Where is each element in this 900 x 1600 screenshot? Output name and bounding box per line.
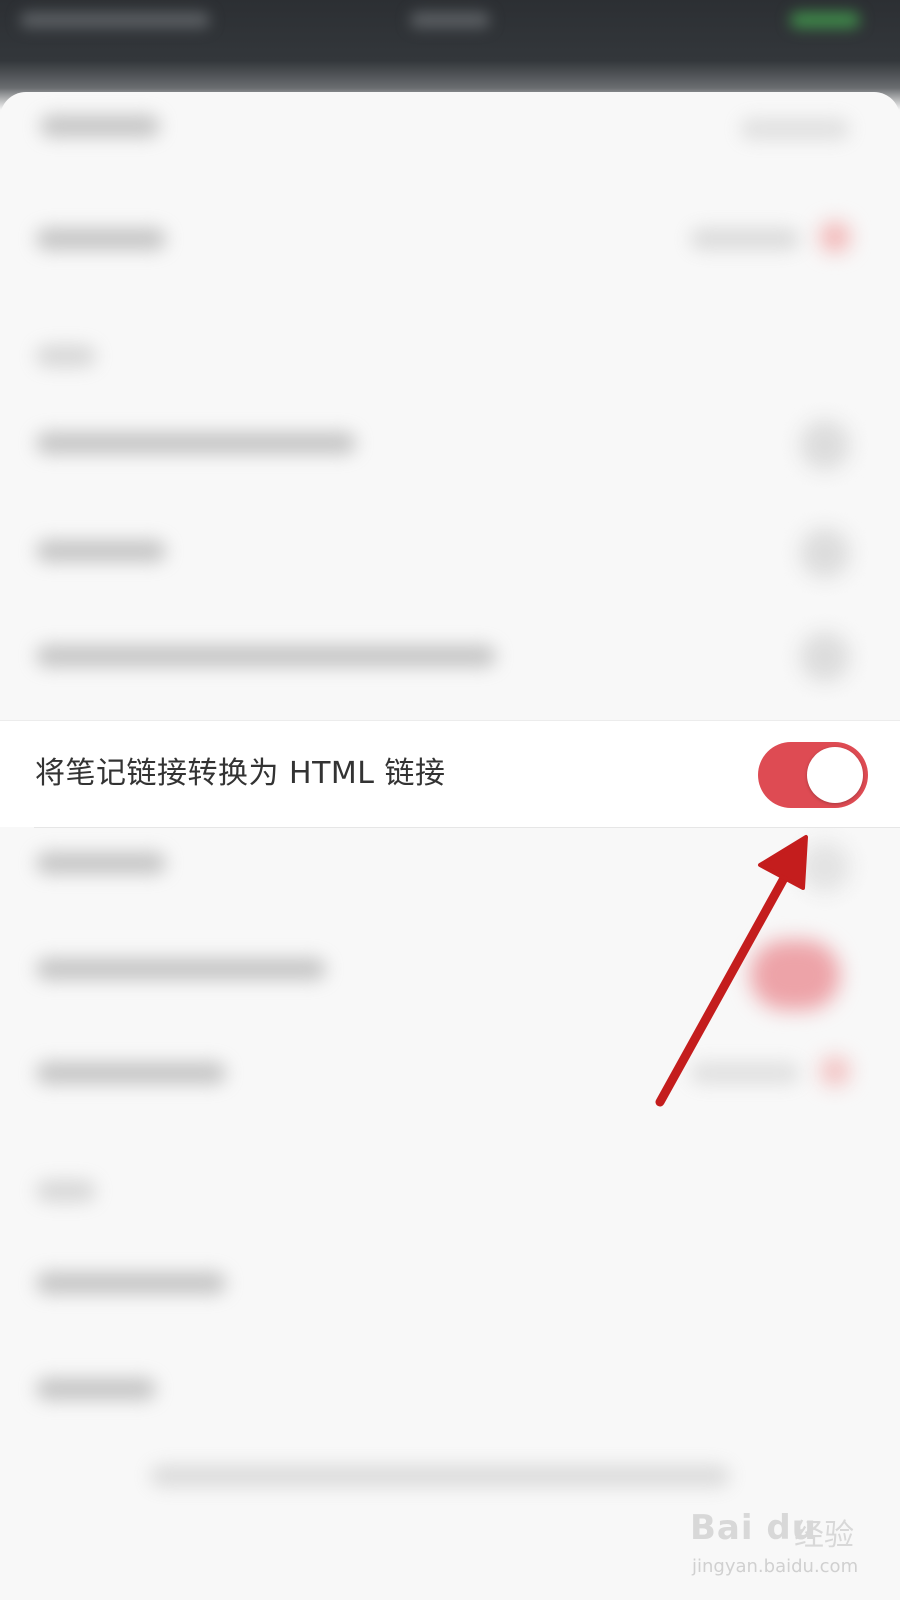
blurred-row-6-toggle <box>750 940 840 1010</box>
blurred-row-1 <box>36 228 166 250</box>
blurred-footer <box>150 1465 730 1487</box>
battery-icon <box>790 12 860 28</box>
status-time-blur <box>20 12 210 28</box>
blurred-section-title-2 <box>36 1180 96 1202</box>
html-links-toggle[interactable] <box>758 742 868 808</box>
blurred-row-7-indicator <box>820 1056 850 1086</box>
blurred-row-2 <box>36 432 356 454</box>
blurred-header-action <box>740 118 850 140</box>
blurred-row-5 <box>36 852 166 874</box>
blurred-row-1-indicator <box>820 222 850 252</box>
blurred-row-7 <box>36 1062 226 1084</box>
blurred-row-4 <box>36 645 496 667</box>
blurred-row-9 <box>36 1378 156 1400</box>
blurred-row-7-value <box>690 1062 800 1084</box>
blurred-row-4-toggle <box>800 632 850 682</box>
blurred-section-title <box>36 345 96 367</box>
blurred-row-3-toggle <box>800 528 850 578</box>
baidu-watermark: Bai du 经验 jingyan.baidu.com <box>690 1500 880 1590</box>
settings-sheet <box>0 92 900 1600</box>
blurred-row-2-toggle <box>800 420 850 470</box>
watermark-url: jingyan.baidu.com <box>692 1556 859 1577</box>
blurred-row-8 <box>36 1272 226 1294</box>
status-center-blur <box>410 12 490 28</box>
blurred-header <box>40 115 160 137</box>
row-divider <box>34 827 900 828</box>
blurred-row-3 <box>36 540 166 562</box>
setting-row-html-links: 将笔记链接转换为 HTML 链接 <box>0 720 900 828</box>
blurred-row-1-value <box>690 228 800 250</box>
toggle-knob <box>807 747 863 803</box>
blurred-row-6 <box>36 958 326 980</box>
blurred-row-5-toggle <box>800 842 850 892</box>
setting-label: 将笔记链接转换为 HTML 链接 <box>35 756 446 791</box>
watermark-product: 经验 <box>794 1518 854 1553</box>
